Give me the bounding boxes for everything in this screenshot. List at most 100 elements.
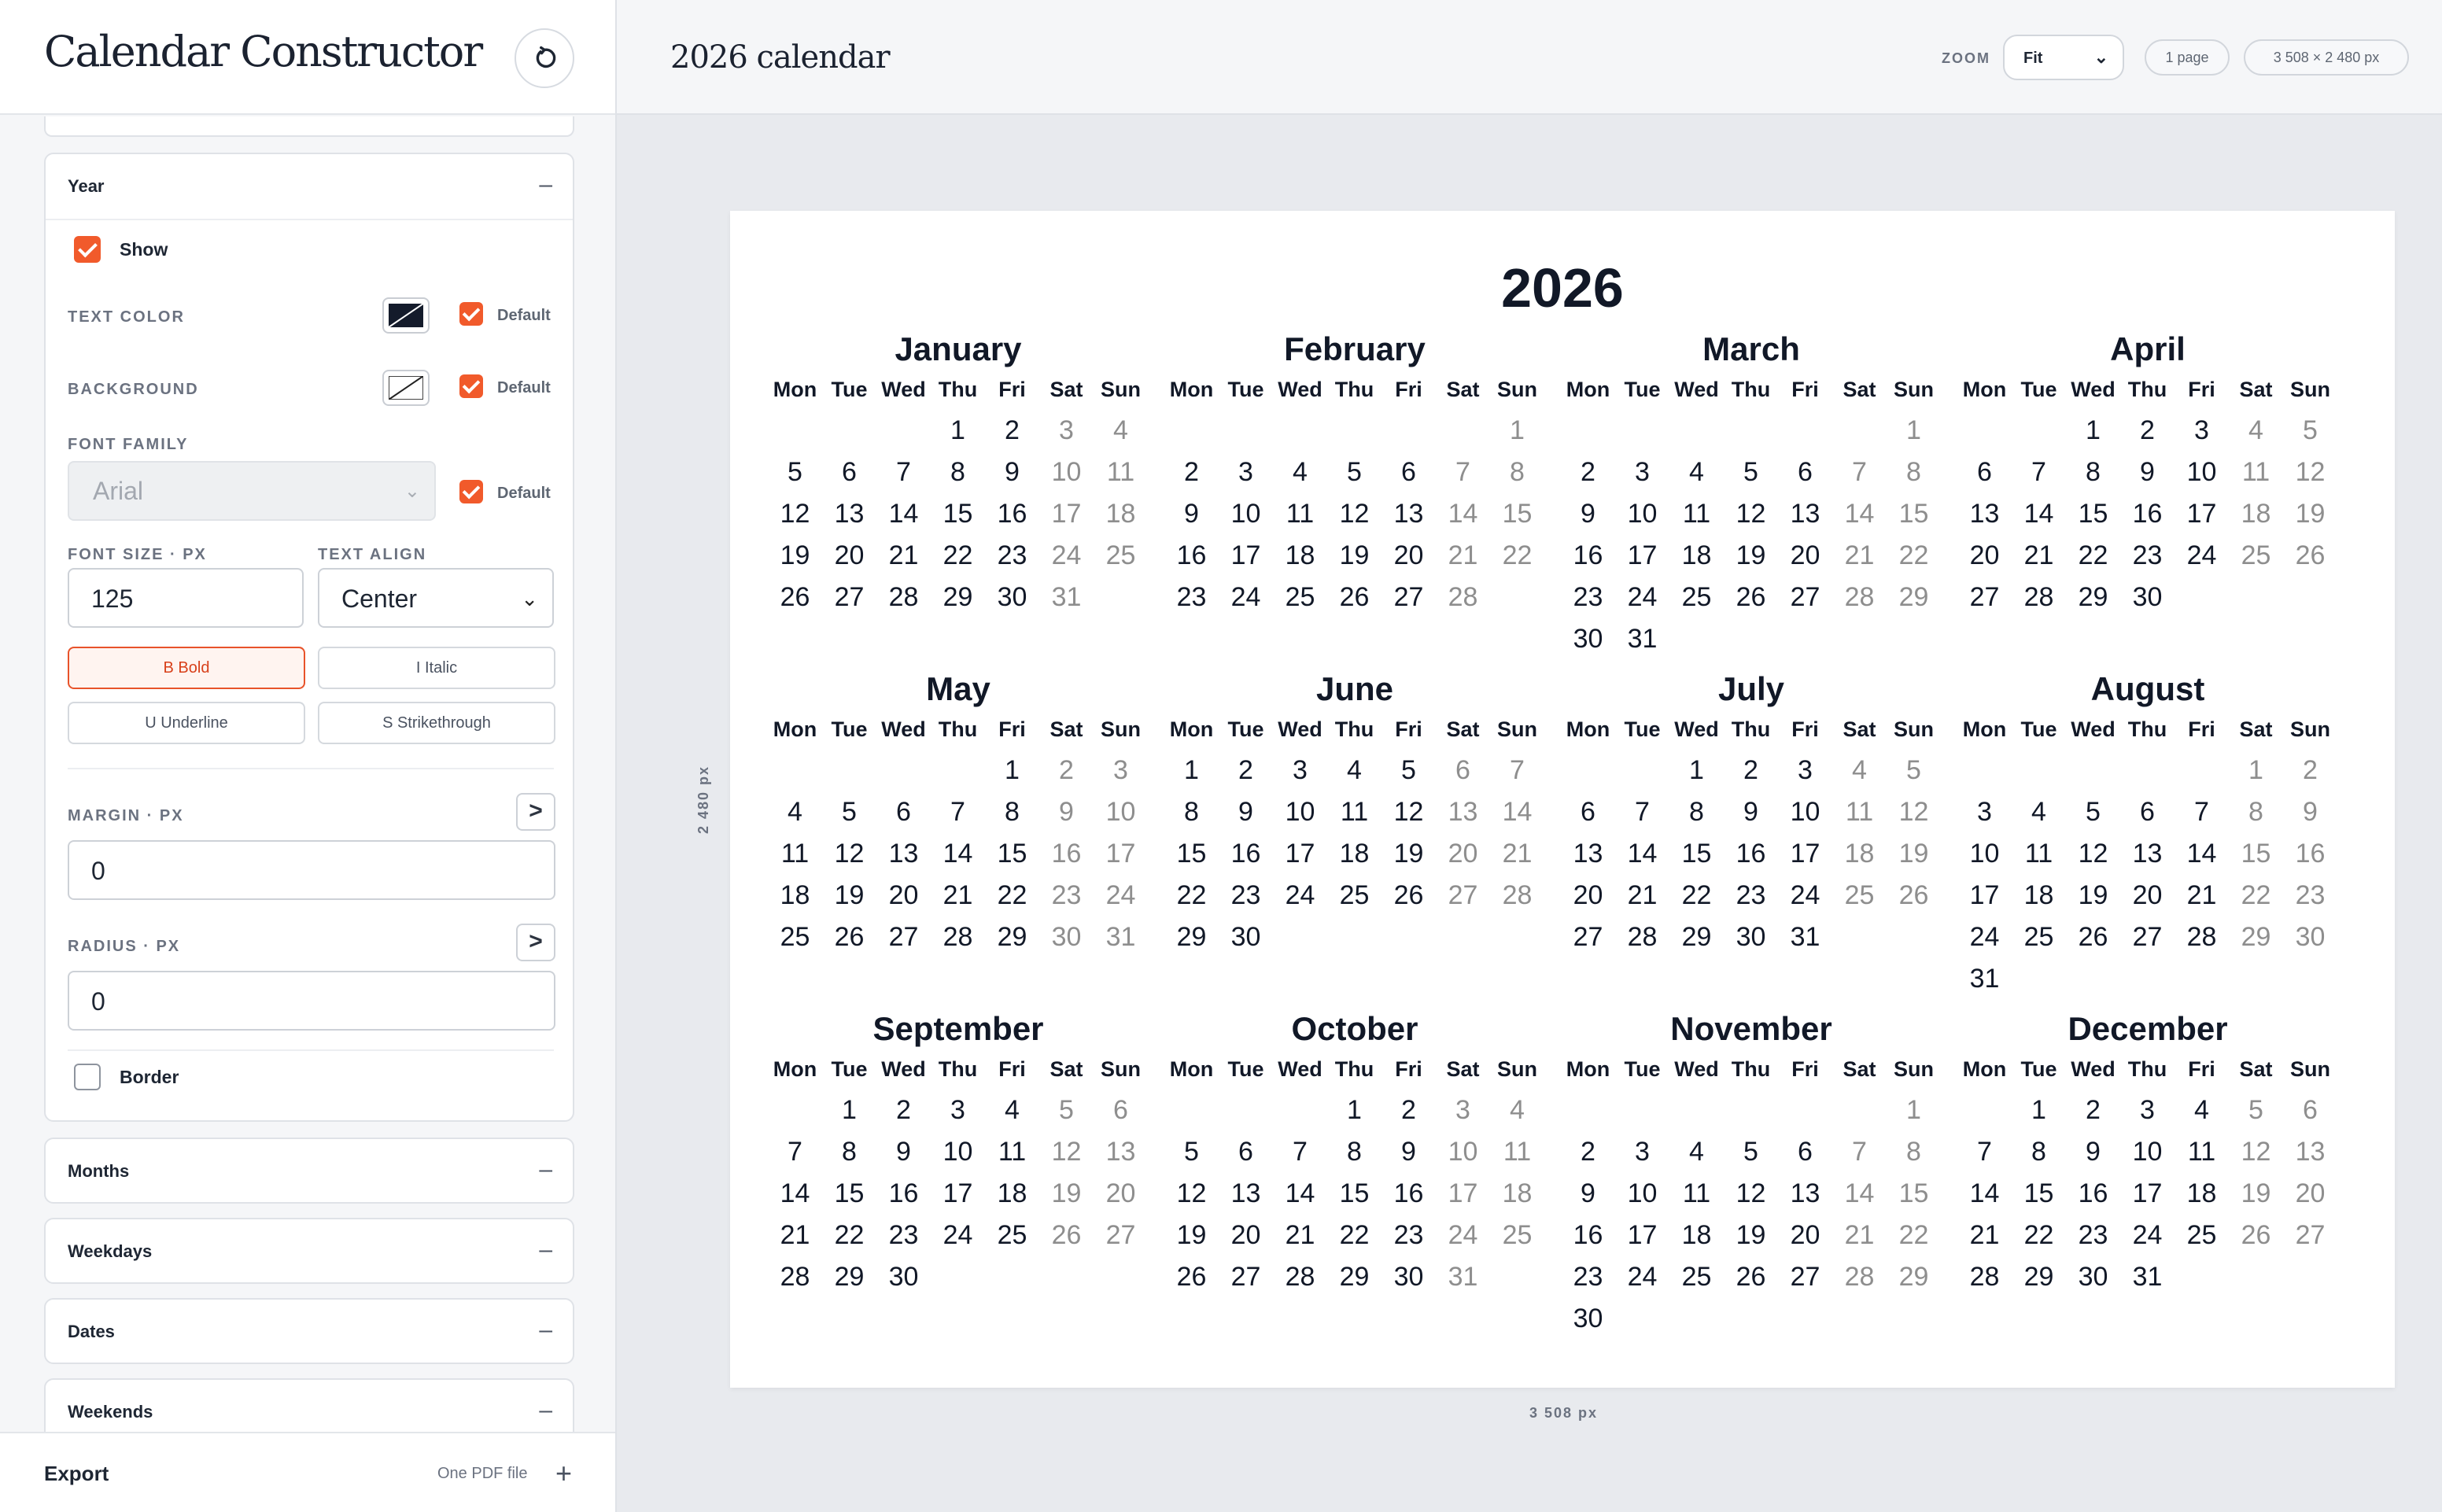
weekend-date: 7 [1510, 755, 1525, 785]
weekends-panel[interactable]: Weekends – [44, 1378, 574, 1432]
weekday-label: Mon [1169, 717, 1214, 741]
weekday-label: Thu [1731, 378, 1771, 401]
months-panel[interactable]: Months – [44, 1138, 574, 1204]
month-name: August [2090, 670, 2205, 707]
margin-expand-button[interactable]: > [516, 793, 555, 831]
weekend-date: 6 [1113, 1095, 1128, 1125]
weekday-label: Sun [1497, 378, 1537, 401]
weekend-date: 4 [1852, 755, 1867, 785]
weekend-date: 5 [1059, 1095, 1074, 1125]
date: 22 [1339, 1220, 1370, 1250]
date: 14 [2186, 839, 2217, 868]
sidebar-scroll[interactable]: Year – Show TEXT COLOR Default BACKGROUN… [0, 116, 615, 1432]
weekday-label: Sun [1101, 378, 1141, 401]
date: 10 [1285, 797, 1315, 827]
collapse-icon[interactable]: – [539, 1156, 552, 1183]
weekend-date: 27 [1105, 1220, 1136, 1250]
underline-button[interactable]: U Underline [68, 702, 305, 744]
weekday-label: Wed [881, 378, 926, 401]
weekend-date: 28 [1844, 582, 1875, 612]
weekend-date: 24 [1105, 880, 1136, 910]
weekday-label: Fri [2188, 378, 2215, 401]
show-checkbox[interactable] [74, 236, 101, 263]
date: 20 [1969, 540, 2000, 570]
background-default-checkbox[interactable] [459, 374, 483, 398]
date: 4 [1689, 457, 1704, 487]
months-panel-title: Months [68, 1161, 130, 1181]
date: 27 [1573, 922, 1603, 952]
weekend-date: 7 [1852, 1137, 1867, 1167]
weekend-date: 9 [2303, 797, 2318, 827]
date: 28 [2186, 922, 2217, 952]
radius-input[interactable]: 0 [68, 971, 555, 1031]
weekday-label: Thu [1731, 717, 1771, 741]
date: 5 [2086, 797, 2101, 827]
weekday-label: Wed [1674, 717, 1719, 741]
weekend-date: 13 [1105, 1137, 1136, 1167]
font-family-default-checkbox[interactable] [459, 480, 483, 503]
month-name: February [1284, 330, 1426, 367]
date: 30 [1736, 922, 1766, 952]
collapse-icon[interactable]: – [539, 171, 552, 198]
plus-icon[interactable]: + [555, 1457, 572, 1490]
strikethrough-button[interactable]: S Strikethrough [318, 702, 555, 744]
date: 6 [842, 457, 857, 487]
border-label: Border [120, 1067, 179, 1087]
text-align-select[interactable]: Center ⌄ [318, 568, 554, 628]
weekday-label: Thu [938, 717, 978, 741]
weekend-date: 21 [1448, 540, 1478, 570]
sidebar-header: Calendar Constructor [0, 0, 615, 115]
weekend-date: 12 [2295, 457, 2326, 487]
collapse-icon[interactable]: – [539, 1237, 552, 1263]
text-color-default-checkbox[interactable] [459, 302, 483, 326]
weekend-date: 31 [1105, 922, 1136, 952]
date: 22 [2023, 1220, 2054, 1250]
font-size-input[interactable]: 125 [68, 568, 304, 628]
font-family-select[interactable]: Arial ⌄ [68, 461, 436, 521]
date: 19 [1393, 839, 1424, 868]
text-color-swatch[interactable] [382, 297, 430, 334]
background-default-label: Default [497, 379, 551, 396]
border-checkbox[interactable] [74, 1064, 101, 1090]
export-bar[interactable]: Export One PDF file + [0, 1432, 615, 1512]
year-panel-header[interactable]: Year – [46, 154, 573, 220]
date: 2 [2086, 1095, 2101, 1125]
date: 24 [1627, 1262, 1658, 1292]
weekend-date: 27 [1448, 880, 1478, 910]
bold-button[interactable]: B Bold [68, 647, 305, 689]
date: 15 [997, 839, 1027, 868]
date: 18 [997, 1178, 1027, 1208]
radius-expand-button[interactable]: > [516, 924, 555, 961]
date: 23 [1230, 880, 1261, 910]
dates-panel[interactable]: Dates – [44, 1298, 574, 1364]
weekend-date: 15 [2241, 839, 2271, 868]
date: 16 [1230, 839, 1261, 868]
weekend-date: 14 [1502, 797, 1533, 827]
weekend-date: 13 [2295, 1137, 2326, 1167]
date: 2 [1581, 1137, 1595, 1167]
date: 28 [1969, 1262, 2000, 1292]
weekend-date: 2 [1059, 755, 1074, 785]
weekend-date: 3 [1455, 1095, 1470, 1125]
date: 10 [2132, 1137, 2163, 1167]
weekend-date: 24 [1051, 540, 1082, 570]
weekdays-panel[interactable]: Weekdays – [44, 1218, 574, 1284]
weekend-date: 18 [2241, 499, 2271, 529]
background-swatch[interactable] [382, 370, 430, 406]
date: 21 [888, 540, 919, 570]
weekday-label: Wed [1674, 378, 1719, 401]
weekend-date: 8 [2248, 797, 2263, 827]
date: 31 [2132, 1262, 2163, 1292]
background-label: BACKGROUND [68, 381, 199, 398]
collapse-icon[interactable]: – [539, 1397, 552, 1424]
margin-input[interactable]: 0 [68, 840, 555, 900]
weekend-date: 10 [1051, 457, 1082, 487]
weekday-label: Mon [1566, 717, 1610, 741]
date: 23 [1573, 582, 1603, 612]
italic-button[interactable]: I Italic [318, 647, 555, 689]
collapse-icon[interactable]: – [539, 1317, 552, 1344]
date: 24 [2186, 540, 2217, 570]
zoom-select[interactable]: Fit ⌄ [2003, 35, 2124, 80]
reset-button[interactable] [515, 28, 574, 88]
date: 30 [1573, 1304, 1603, 1333]
